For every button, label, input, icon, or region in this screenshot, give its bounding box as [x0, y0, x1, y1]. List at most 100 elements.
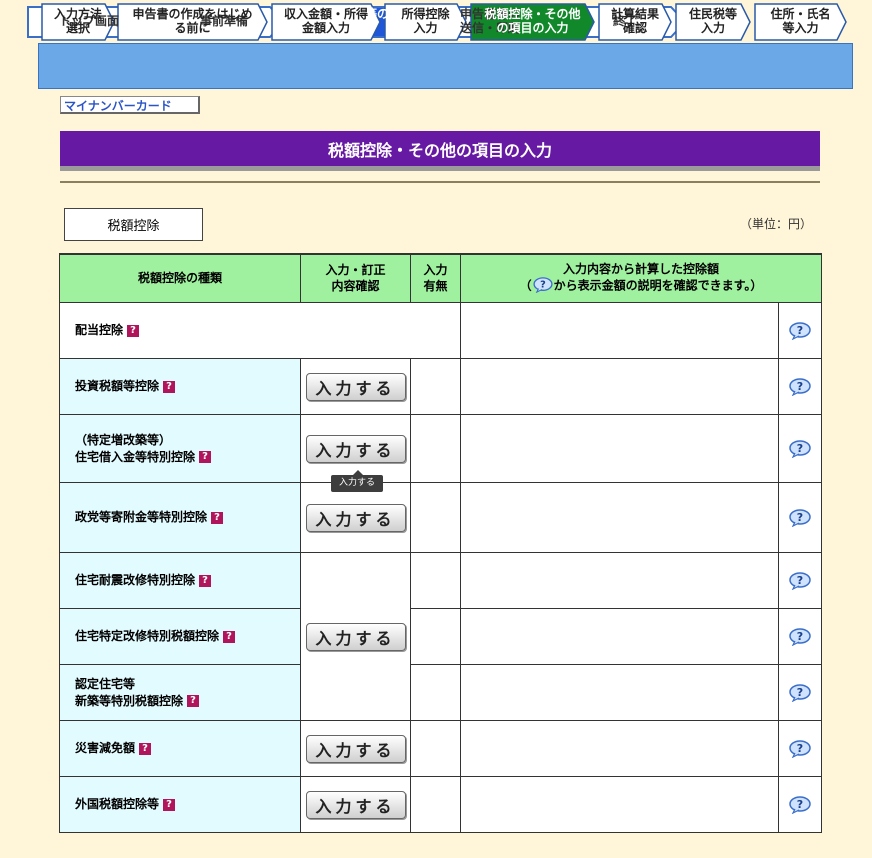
- row-label-cell: 政党等寄附金等特別控除?: [59, 482, 301, 553]
- row-label-cell: 投資税額等控除?: [59, 358, 301, 415]
- explain-bubble-glyph: ?: [797, 742, 803, 755]
- substep-nav: [38, 43, 853, 89]
- help-question-icon[interactable]: ?: [163, 380, 176, 393]
- substep-label: 住民税等 入力: [688, 7, 737, 35]
- help-question-icon[interactable]: ?: [127, 324, 140, 337]
- explain-bubble-icon[interactable]: ?: [789, 627, 811, 646]
- header-type: 税額控除の種類: [59, 253, 301, 303]
- row-label-cell: 認定住宅等 新築等特別税額控除?: [59, 664, 301, 721]
- input-cell: 入力する: [300, 776, 411, 833]
- explain-bubble-glyph: ?: [797, 798, 803, 811]
- mynumber-card-link[interactable]: マイナンバーカード: [60, 96, 200, 114]
- explain-bubble-icon[interactable]: ?: [789, 508, 811, 527]
- help-question-icon[interactable]: ?: [139, 742, 152, 755]
- divider: [60, 181, 820, 183]
- substep-address[interactable]: 住所・氏名 等入力: [754, 3, 847, 41]
- input-cell: 入力する: [300, 552, 411, 721]
- input-button[interactable]: 入力する: [305, 622, 406, 651]
- header-amount: 入力内容から計算した控除額 （? から表示金額の説明を確認できます。）: [459, 253, 823, 303]
- input-button[interactable]: 入力する: [305, 372, 406, 401]
- input-button[interactable]: 入力する: [305, 503, 406, 532]
- explain-bubble-icon[interactable]: ?: [789, 683, 811, 702]
- amount-cell: [460, 776, 779, 833]
- button-tooltip: 入力する: [331, 470, 383, 492]
- row-label: 投資税額等控除: [75, 379, 160, 394]
- amount-cell: [460, 414, 779, 483]
- help-cell: ?: [777, 776, 823, 833]
- help-cell: ?: [777, 482, 823, 553]
- substep-label: 入力方法 選択: [53, 7, 102, 35]
- help-cell: ?: [777, 720, 823, 777]
- table-row: 住宅耐震改修特別控除? 入力する ?: [59, 552, 823, 721]
- substep-label: 住所・氏名 等入力: [770, 7, 831, 35]
- present-cell: [410, 358, 461, 415]
- help-question-icon[interactable]: ?: [199, 451, 212, 463]
- present-cell: [410, 608, 461, 665]
- substep-income-deduction[interactable]: 所得控除 入力: [384, 3, 467, 41]
- explain-bubble-icon[interactable]: ?: [789, 439, 811, 458]
- unit-label: （単位：円）: [740, 217, 813, 231]
- row-label-cell: 配当控除?: [59, 302, 461, 359]
- input-cell: 入力する: [300, 720, 411, 777]
- explain-bubble-glyph: ?: [797, 324, 803, 337]
- row-label: （特定増改築等） 住宅借入金等特別控除: [75, 433, 196, 464]
- help-question-icon[interactable]: ?: [199, 574, 212, 587]
- explain-bubble-icon[interactable]: ?: [789, 739, 811, 758]
- explain-bubble-glyph: ?: [797, 630, 803, 643]
- input-button[interactable]: 入力する: [305, 734, 406, 763]
- row-label-cell: 外国税額控除等?: [59, 776, 301, 833]
- header-amount-note: から表示金額の説明を確認できます。）: [553, 278, 763, 293]
- substep-label: 申告書の作成をはじめ る前に: [132, 7, 253, 35]
- title-shadow: [60, 166, 820, 171]
- substep-label: 税額控除・その他 の項目の入力: [484, 7, 581, 35]
- header-amount-line2: （? から表示金額の説明を確認できます。）: [461, 277, 821, 295]
- amount-cell: [460, 720, 779, 777]
- explain-bubble-icon[interactable]: ?: [789, 571, 811, 590]
- input-cell: 入力する: [300, 358, 411, 415]
- amount-cell: [460, 608, 779, 665]
- substep-label: 所得控除 入力: [401, 7, 450, 35]
- row-label-cell: 住宅特定改修特別税額控除?: [59, 608, 301, 665]
- header-present: 入力 有無: [410, 253, 461, 303]
- present-cell: [410, 664, 461, 721]
- page-title: 税額控除・その他の項目の入力: [60, 131, 820, 166]
- header-paren-open: （: [519, 278, 532, 293]
- present-cell: [410, 776, 461, 833]
- help-icon: ?: [532, 277, 554, 295]
- header-input: 入力・訂正 内容確認: [300, 253, 411, 303]
- present-cell: [410, 414, 461, 483]
- table-row: 住宅特定改修特別税額控除? ?: [59, 608, 823, 665]
- input-button[interactable]: 入力する: [305, 434, 406, 463]
- help-question-icon[interactable]: ?: [211, 511, 224, 524]
- explain-bubble-icon[interactable]: ?: [789, 377, 811, 396]
- help-icon-glyph: ?: [540, 280, 546, 291]
- substep-income[interactable]: 収入金額・所得 金額入力: [271, 3, 381, 41]
- table-header-row: 税額控除の種類 入力・訂正 内容確認 入力 有無 入力内容から計算した控除額 （…: [59, 253, 823, 303]
- section-label: 税額控除: [64, 208, 203, 241]
- input-button[interactable]: 入力する: [305, 790, 406, 819]
- substep-result[interactable]: 計算結果 確認: [598, 3, 672, 41]
- present-cell: [410, 720, 461, 777]
- table-row: 認定住宅等 新築等特別税額控除? ?: [59, 664, 823, 721]
- tax-credit-table: 税額控除の種類 入力・訂正 内容確認 入力 有無 入力内容から計算した控除額 （…: [59, 253, 823, 833]
- table-row: 配当控除? ?: [59, 302, 823, 359]
- row-label-cell: （特定増改築等） 住宅借入金等特別控除?: [59, 414, 301, 483]
- amount-cell: [460, 482, 779, 553]
- help-question-icon[interactable]: ?: [187, 695, 200, 707]
- amount-cell: [460, 358, 779, 415]
- help-cell: ?: [777, 664, 823, 721]
- substep-resident-tax[interactable]: 住民税等 入力: [675, 3, 751, 41]
- substep-before-start[interactable]: 申告書の作成をはじめ る前に: [117, 3, 268, 41]
- row-label: 外国税額控除等: [75, 797, 160, 812]
- help-cell: ?: [777, 552, 823, 609]
- explain-bubble-glyph: ?: [797, 380, 803, 393]
- explain-bubble-icon[interactable]: ?: [789, 795, 811, 814]
- explain-bubble-glyph: ?: [797, 686, 803, 699]
- help-question-icon[interactable]: ?: [223, 630, 236, 643]
- row-label: 政党等寄附金等特別控除: [75, 510, 208, 525]
- substep-label: 収入金額・所得 金額入力: [283, 7, 368, 35]
- header-amount-line1: 入力内容から計算した控除額: [563, 261, 720, 276]
- row-label: 認定住宅等 新築等特別税額控除: [75, 677, 184, 708]
- help-question-icon[interactable]: ?: [163, 798, 176, 811]
- explain-bubble-icon[interactable]: ?: [789, 321, 811, 340]
